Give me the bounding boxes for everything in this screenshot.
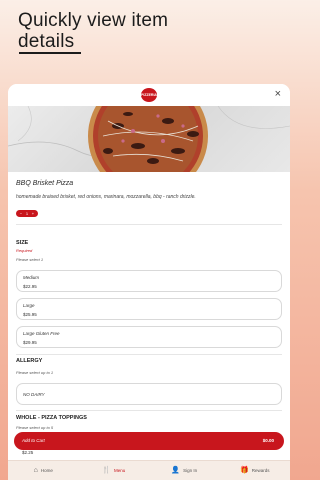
close-icon[interactable]: × [275, 88, 281, 100]
promo-line-2: details [18, 31, 75, 52]
menu-icon: 🍴 [102, 467, 111, 474]
tab-rewards[interactable]: 🎁 Rewards [220, 461, 291, 480]
add-to-cart-button[interactable]: Add to Cart $0.00 [14, 432, 284, 450]
rewards-icon: 🎁 [240, 467, 249, 474]
option-name: Large Gluten Free [23, 331, 60, 336]
topping-price: $2.25 [22, 450, 34, 455]
promo-underline [19, 52, 81, 54]
tab-menu[interactable]: 🍴 Menu [79, 461, 150, 480]
add-to-cart-label: Add to Cart [22, 438, 45, 443]
quantity-stepper[interactable]: − 1 + [16, 210, 38, 217]
divider [16, 354, 282, 355]
size-required-label: Required [16, 248, 33, 253]
size-option-medium[interactable]: Medium $22.95 [16, 270, 282, 292]
tab-label: Rewards [251, 468, 270, 473]
bottom-tab-bar: ⌂ Home 🍴 Menu 👤 Sign In 🎁 Rewards [8, 460, 290, 480]
promo-line-1: Quickly view item [18, 10, 169, 31]
option-name: Medium [23, 275, 40, 280]
promo-heading: Quickly view item details [18, 10, 168, 52]
tab-label: Sign In [183, 468, 198, 473]
tab-home[interactable]: ⌂ Home [8, 461, 79, 480]
size-option-large[interactable]: Large $25.95 [16, 298, 282, 320]
tab-label: Home [40, 468, 53, 473]
size-option-large-gluten-free[interactable]: Large Gluten Free $29.95 [16, 326, 282, 348]
tab-label: Menu [113, 468, 126, 473]
item-detail-sheet: PIZZERIA × BBQ Brisket Pizza homemade br… [8, 84, 290, 480]
brand-logo: PIZZERIA [141, 88, 157, 102]
divider [16, 224, 282, 225]
option-name: Large [23, 303, 35, 308]
option-price: $22.95 [23, 284, 37, 289]
divider [16, 410, 282, 411]
home-icon: ⌂ [33, 467, 38, 474]
option-name: NO DAIRY [23, 392, 45, 397]
size-section-title: SIZE [16, 240, 29, 246]
sheet-header: PIZZERIA × [8, 84, 290, 106]
plus-icon[interactable]: + [32, 211, 34, 216]
quantity-value: 1 [25, 211, 29, 216]
tab-sign-in[interactable]: 👤 Sign In [149, 461, 220, 480]
toppings-section-title: WHOLE - PIZZA TOPPINGS [16, 415, 87, 421]
option-price: $25.95 [23, 312, 37, 317]
allergy-instruction: Please select up to 1 [16, 370, 54, 375]
user-icon: 👤 [171, 467, 181, 474]
item-photo [8, 106, 290, 172]
size-instruction: Please select 1 [16, 257, 44, 262]
allergy-option-no-dairy[interactable]: NO DAIRY [16, 383, 282, 405]
option-price: $29.95 [23, 340, 37, 345]
allergy-section-title: ALLERGY [16, 358, 43, 364]
item-description: homemade braised brisket, red onions, ma… [16, 194, 196, 200]
minus-icon[interactable]: − [20, 211, 22, 216]
cart-total: $0.00 [262, 438, 274, 443]
toppings-instruction: Please select up to 5 [16, 425, 54, 430]
item-name: BBQ Brisket Pizza [16, 180, 74, 187]
